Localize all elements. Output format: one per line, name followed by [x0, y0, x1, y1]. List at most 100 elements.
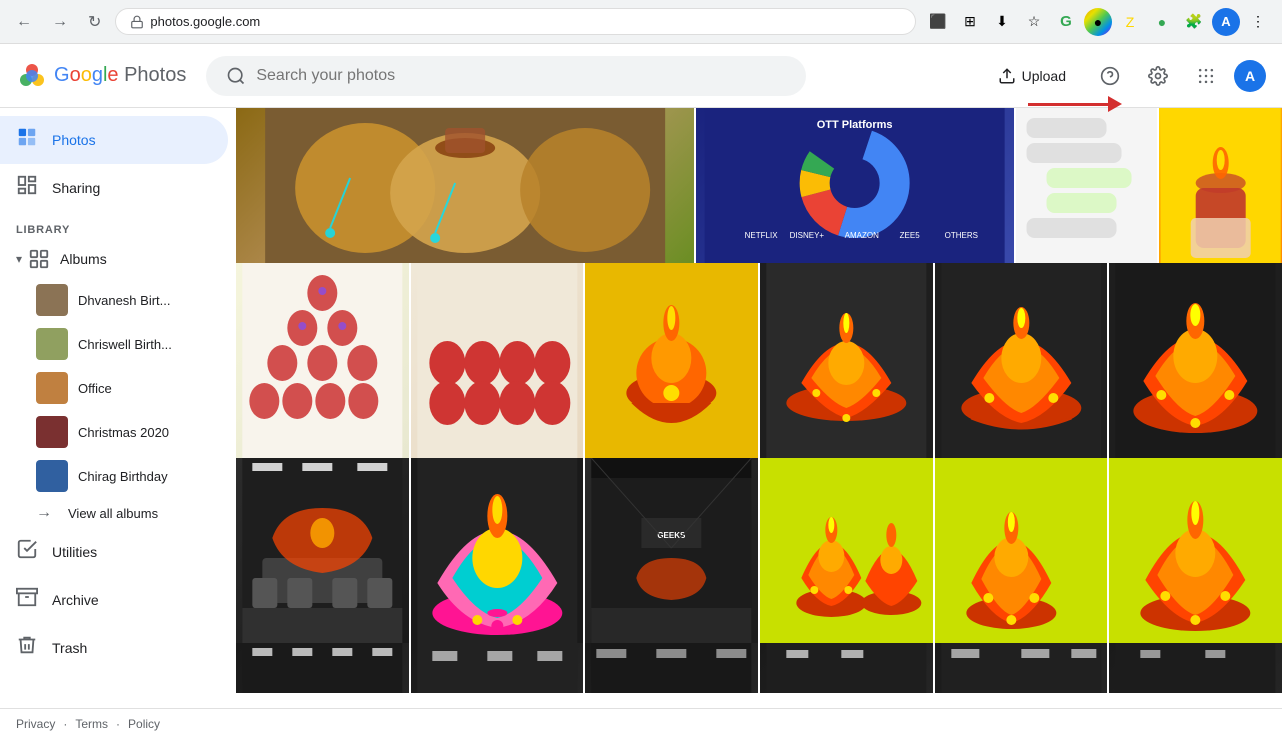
svg-text:NETFLIX: NETFLIX — [745, 231, 779, 240]
albums-label: Albums — [60, 251, 107, 267]
sidebar-item-utilities[interactable]: Utilities — [0, 528, 228, 576]
svg-text:DISNEY+: DISNEY+ — [790, 231, 825, 240]
browser-chrome: ← → ↻ photos.google.com ⬛ ⊞ ⬇ ☆ G ● Z ● … — [0, 0, 1282, 44]
help-button[interactable] — [1090, 56, 1130, 96]
apps-button[interactable] — [1186, 56, 1226, 96]
search-icon — [226, 66, 246, 86]
photo-cell-dark-diya-2[interactable] — [935, 263, 1108, 458]
photo-cell-bottom-4[interactable] — [760, 643, 933, 693]
browser-account[interactable]: A — [1212, 8, 1240, 36]
reload-button[interactable]: ↻ — [82, 8, 107, 36]
forward-button[interactable]: → — [46, 9, 74, 35]
photo-cell-bottom-2[interactable] — [411, 643, 584, 693]
candle-photo-svg — [1159, 108, 1282, 263]
lime-diya-1-svg — [760, 458, 933, 643]
sidebar-item-sharing[interactable]: Sharing — [0, 164, 228, 212]
archive-label: Archive — [52, 592, 99, 608]
footer-terms[interactable]: Terms — [75, 717, 108, 731]
chrome-extension3[interactable]: ● — [1148, 8, 1176, 36]
settings-button[interactable] — [1138, 56, 1178, 96]
browser-toolbar: ⬛ ⊞ ⬇ ☆ G ● Z ● 🧩 A ⋮ — [924, 8, 1272, 36]
download-icon[interactable]: ⬇ — [988, 8, 1016, 36]
photos-label: Photos — [52, 132, 96, 148]
svg-text:OTHERS: OTHERS — [945, 231, 978, 240]
photo-cell-chat[interactable] — [1016, 108, 1157, 263]
footer: Privacy · Terms · Policy — [0, 708, 1282, 739]
album-item-christmas[interactable]: Christmas 2020 — [0, 410, 236, 454]
photo-row-3: GEEKS — [236, 458, 1282, 643]
photo-cell-lime-diya-3[interactable] — [1109, 458, 1282, 643]
footer-sep-2: · — [116, 717, 120, 731]
chrome-extension2[interactable]: Z — [1116, 8, 1144, 36]
photo-cell-bottom-5[interactable] — [935, 643, 1108, 693]
help-icon — [1100, 66, 1120, 86]
photo-row-4 — [236, 643, 1282, 693]
album-name-chirag: Chirag Birthday — [78, 469, 168, 484]
svg-text:AMAZON: AMAZON — [845, 231, 879, 240]
search-input[interactable] — [256, 67, 786, 85]
album-thumb-chriswell — [36, 328, 68, 360]
photo-cell-cups-tree[interactable] — [236, 263, 409, 458]
view-all-albums[interactable]: → View all albums — [0, 498, 236, 528]
content-area: OTT Platforms NETFLIX DISNEY+ AMAZON ZEE… — [236, 108, 1282, 708]
album-item-chirag[interactable]: Chirag Birthday — [0, 454, 236, 498]
footer-privacy[interactable]: Privacy — [16, 717, 55, 731]
arrow-right-icon: → — [36, 504, 52, 522]
utilities-icon — [16, 538, 38, 566]
office-1-svg — [236, 458, 409, 643]
address-bar[interactable]: photos.google.com — [115, 8, 916, 35]
photo-cell-yellow-diya[interactable] — [585, 263, 758, 458]
album-name-chriswell: Chriswell Birth... — [78, 337, 172, 352]
photo-cell-big-diya[interactable] — [411, 458, 584, 643]
photo-cell-bottom-3[interactable] — [585, 643, 758, 693]
album-item-dhvanesh[interactable]: Dhvanesh Birt... — [0, 278, 236, 322]
photo-cell-lime-diya-2[interactable] — [935, 458, 1108, 643]
albums-expand[interactable]: ▾ Albums — [0, 240, 236, 278]
album-thumb-office — [36, 372, 68, 404]
photo-cell-dark-diya-1[interactable] — [760, 263, 933, 458]
upload-icon — [998, 67, 1016, 85]
photo-cell-lime-diya-1[interactable] — [760, 458, 933, 643]
search-bar-container[interactable] — [206, 56, 806, 96]
photo-cell-cups-row[interactable] — [411, 263, 584, 458]
svg-text:GEEKS: GEEKS — [658, 531, 687, 540]
upload-button[interactable]: Upload — [982, 59, 1082, 93]
photo-cell-bottom-1[interactable] — [236, 643, 409, 693]
logo: Google Photos — [16, 60, 186, 92]
lime-diya-2-svg — [935, 458, 1108, 643]
trash-icon — [16, 634, 38, 662]
header-actions: Upload A — [982, 56, 1266, 96]
sidebar-item-archive[interactable]: Archive — [0, 576, 228, 624]
chrome-menu[interactable]: ⋮ — [1244, 8, 1272, 36]
photo-cell-chart[interactable]: OTT Platforms NETFLIX DISNEY+ AMAZON ZEE… — [696, 108, 1013, 263]
cast-icon[interactable]: ⬛ — [924, 8, 952, 36]
dogs-photo-svg — [236, 108, 694, 263]
photos-logo-icon — [16, 60, 48, 92]
footer-policy[interactable]: Policy — [128, 717, 160, 731]
sidebar-item-trash[interactable]: Trash — [0, 624, 228, 672]
utilities-label: Utilities — [52, 544, 97, 560]
sharing-icon — [16, 174, 38, 202]
back-button[interactable]: ← — [10, 9, 38, 35]
photo-row-1: OTT Platforms NETFLIX DISNEY+ AMAZON ZEE… — [236, 108, 1282, 263]
album-item-office[interactable]: Office — [0, 366, 236, 410]
photo-cell-office-1[interactable] — [236, 458, 409, 643]
photos-icon — [16, 126, 38, 154]
photo-cell-dogs[interactable] — [236, 108, 694, 263]
yellow-diya-svg — [585, 263, 758, 458]
extensions-icon[interactable]: 🧩 — [1180, 8, 1208, 36]
bookmark-icon[interactable]: ☆ — [1020, 8, 1048, 36]
main-layout: Photos Sharing LIBRARY ▾ Albums Dhvanesh… — [0, 108, 1282, 708]
albums-icon — [28, 248, 50, 270]
photo-cell-dark-diya-3[interactable] — [1109, 263, 1282, 458]
photo-cell-office-2[interactable]: GEEKS — [585, 458, 758, 643]
photo-cell-bottom-6[interactable] — [1109, 643, 1282, 693]
g-extension-icon[interactable]: G — [1052, 8, 1080, 36]
tab-search-icon[interactable]: ⊞ — [956, 8, 984, 36]
app-header: Google Photos Upload A — [0, 44, 1282, 108]
sidebar-item-photos[interactable]: Photos — [0, 116, 228, 164]
chrome-extension1[interactable]: ● — [1084, 8, 1112, 36]
photo-cell-candle[interactable] — [1159, 108, 1282, 263]
user-avatar[interactable]: A — [1234, 60, 1266, 92]
album-item-chriswell[interactable]: Chriswell Birth... — [0, 322, 236, 366]
